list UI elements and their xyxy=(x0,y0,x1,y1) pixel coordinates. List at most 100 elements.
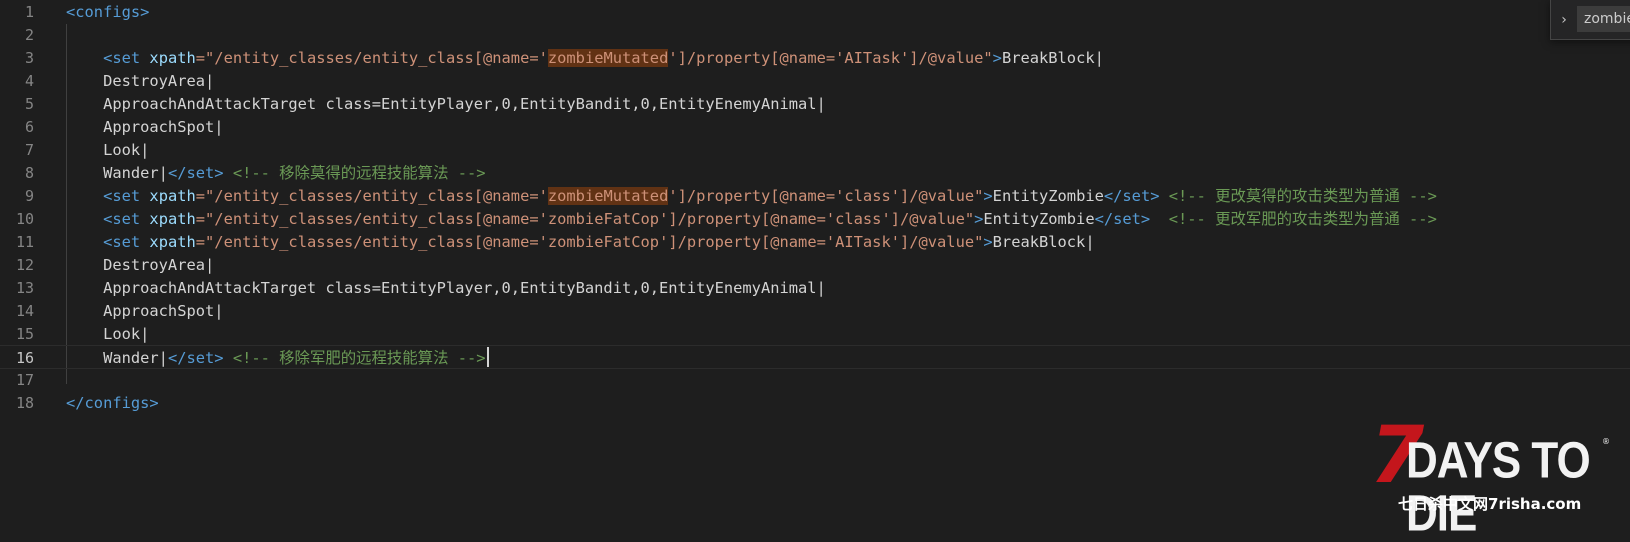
code-token: <!-- 更改军肥的攻击类型为普通 --> xyxy=(1168,210,1437,228)
code-token: ="/entity_classes/entity_class[@name='zo… xyxy=(195,233,984,251)
line-number: 2 xyxy=(24,26,34,44)
line-number: 6 xyxy=(24,118,34,136)
code-text: <set xpath="/entity_classes/entity_class… xyxy=(66,46,1104,70)
code-text: Look| xyxy=(66,138,149,162)
line-number: 4 xyxy=(24,72,34,90)
line-number: 1 xyxy=(24,3,34,21)
code-token: ApproachSpot| xyxy=(66,302,224,320)
line-number: 9 xyxy=(24,187,34,205)
code-token: </set> xyxy=(167,164,224,182)
code-line[interactable]: 8 Wander|</set> <!-- 移除莫得的远程技能算法 --> xyxy=(0,161,1630,185)
code-text: ApproachSpot| xyxy=(66,115,224,139)
code-token: Wander| xyxy=(66,164,168,182)
search-match: zombieMutated xyxy=(547,187,669,205)
code-text: ApproachSpot| xyxy=(66,299,224,323)
code-token: xpath xyxy=(149,233,196,251)
code-text: ApproachAndAttackTarget class=EntityPlay… xyxy=(66,276,826,300)
code-line[interactable]: 11 <set xpath="/entity_classes/entity_cl… xyxy=(0,230,1630,254)
code-line[interactable]: 5 ApproachAndAttackTarget class=EntityPl… xyxy=(0,92,1630,116)
code-line[interactable]: 4 DestroyArea| xyxy=(0,69,1630,93)
line-number: 15 xyxy=(15,325,34,343)
line-number: 16 xyxy=(15,349,34,367)
code-token: <set xyxy=(103,233,150,251)
code-token: </set> xyxy=(1103,187,1160,205)
code-text: <set xpath="/entity_classes/entity_class… xyxy=(66,184,1437,208)
code-token: > xyxy=(992,49,1002,67)
code-token: Wander| xyxy=(66,349,168,367)
code-token: > xyxy=(983,187,993,205)
chevron-right-icon[interactable]: › xyxy=(1557,12,1571,28)
code-text: <set xpath="/entity_classes/entity_class… xyxy=(66,230,1095,254)
line-number: 8 xyxy=(24,164,34,182)
code-line[interactable]: 12 DestroyArea| xyxy=(0,253,1630,277)
code-line[interactable]: 14 ApproachSpot| xyxy=(0,299,1630,323)
line-number: 10 xyxy=(15,210,34,228)
code-line[interactable]: 15 Look| xyxy=(0,322,1630,346)
logo-subtitle: 七日杀中文网7risha.com xyxy=(1398,495,1582,513)
code-text: ApproachAndAttackTarget class=EntityPlay… xyxy=(66,92,826,116)
line-number: 14 xyxy=(15,302,34,320)
code-token: ApproachAndAttackTarget class=EntityPlay… xyxy=(66,95,826,113)
code-text: Look| xyxy=(66,322,149,346)
code-token: BreakBlock| xyxy=(1001,49,1104,67)
code-token: xpath xyxy=(149,49,196,67)
code-token: <!-- 更改莫得的攻击类型为普通 --> xyxy=(1168,187,1437,205)
code-token: </set> xyxy=(167,349,224,367)
code-line[interactable]: 3 <set xpath="/entity_classes/entity_cla… xyxy=(0,46,1630,70)
code-line[interactable]: 1 <configs> xyxy=(0,0,1630,24)
code-token: EntityZombie xyxy=(983,210,1095,228)
code-token: > xyxy=(983,233,993,251)
code-token: ="/entity_classes/entity_class[@name='zo… xyxy=(195,210,975,228)
code-token: ']/property[@name='class']/@value" xyxy=(668,187,984,205)
code-token: ="/entity_classes/entity_class[@name=' xyxy=(195,49,548,67)
code-line[interactable]: 17 xyxy=(0,368,1630,392)
code-line[interactable]: 16 Wander|</set> <!-- 移除军肥的远程技能算法 --> xyxy=(0,345,1630,369)
code-token: <!-- 移除莫得的远程技能算法 --> xyxy=(232,164,486,182)
code-line[interactable]: 9 <set xpath="/entity_classes/entity_cla… xyxy=(0,184,1630,208)
line-number: 3 xyxy=(24,49,34,67)
code-line[interactable]: 10 <set xpath="/entity_classes/entity_cl… xyxy=(0,207,1630,231)
code-token: DestroyArea| xyxy=(66,72,215,90)
code-line[interactable]: 6 ApproachSpot| xyxy=(0,115,1630,139)
code-text: </configs> xyxy=(66,391,159,415)
code-token: DestroyArea| xyxy=(66,256,215,274)
line-number: 12 xyxy=(15,256,34,274)
find-input[interactable] xyxy=(1577,6,1630,32)
code-token: <configs> xyxy=(66,3,150,21)
code-text: DestroyArea| xyxy=(66,69,214,93)
code-token: Look| xyxy=(66,141,150,159)
code-token: BreakBlock| xyxy=(992,233,1095,251)
code-token: ApproachAndAttackTarget class=EntityPlay… xyxy=(66,279,826,297)
code-token: <set xyxy=(103,210,150,228)
code-text: DestroyArea| xyxy=(66,253,214,277)
line-number: 18 xyxy=(15,394,34,412)
code-token: <set xyxy=(103,187,150,205)
line-number: 11 xyxy=(15,233,34,251)
find-widget: › xyxy=(1550,0,1630,40)
line-number: 17 xyxy=(15,371,34,389)
game-logo: 7 DAYS TO DIE ® 七日杀中文网7risha.com xyxy=(1370,415,1620,540)
code-line[interactable]: 2 xyxy=(0,23,1630,47)
code-token: ApproachSpot| xyxy=(66,118,224,136)
code-line[interactable]: 13 ApproachAndAttackTarget class=EntityP… xyxy=(0,276,1630,300)
logo-registered-mark: ® xyxy=(1602,437,1610,446)
code-text: Wander|</set> <!-- 移除军肥的远程技能算法 --> xyxy=(66,346,489,370)
logo-title: DAYS TO DIE xyxy=(1406,432,1591,542)
line-number: 13 xyxy=(15,279,34,297)
text-cursor xyxy=(486,347,489,367)
code-token: </set> xyxy=(1094,210,1151,228)
line-number: 5 xyxy=(24,95,34,113)
code-text: Wander|</set> <!-- 移除莫得的远程技能算法 --> xyxy=(66,161,486,185)
code-token: xpath xyxy=(149,210,196,228)
code-token: <!-- 移除军肥的远程技能算法 --> xyxy=(232,349,486,367)
search-match: zombieMutated xyxy=(547,49,669,67)
code-line[interactable]: 7 Look| xyxy=(0,138,1630,162)
